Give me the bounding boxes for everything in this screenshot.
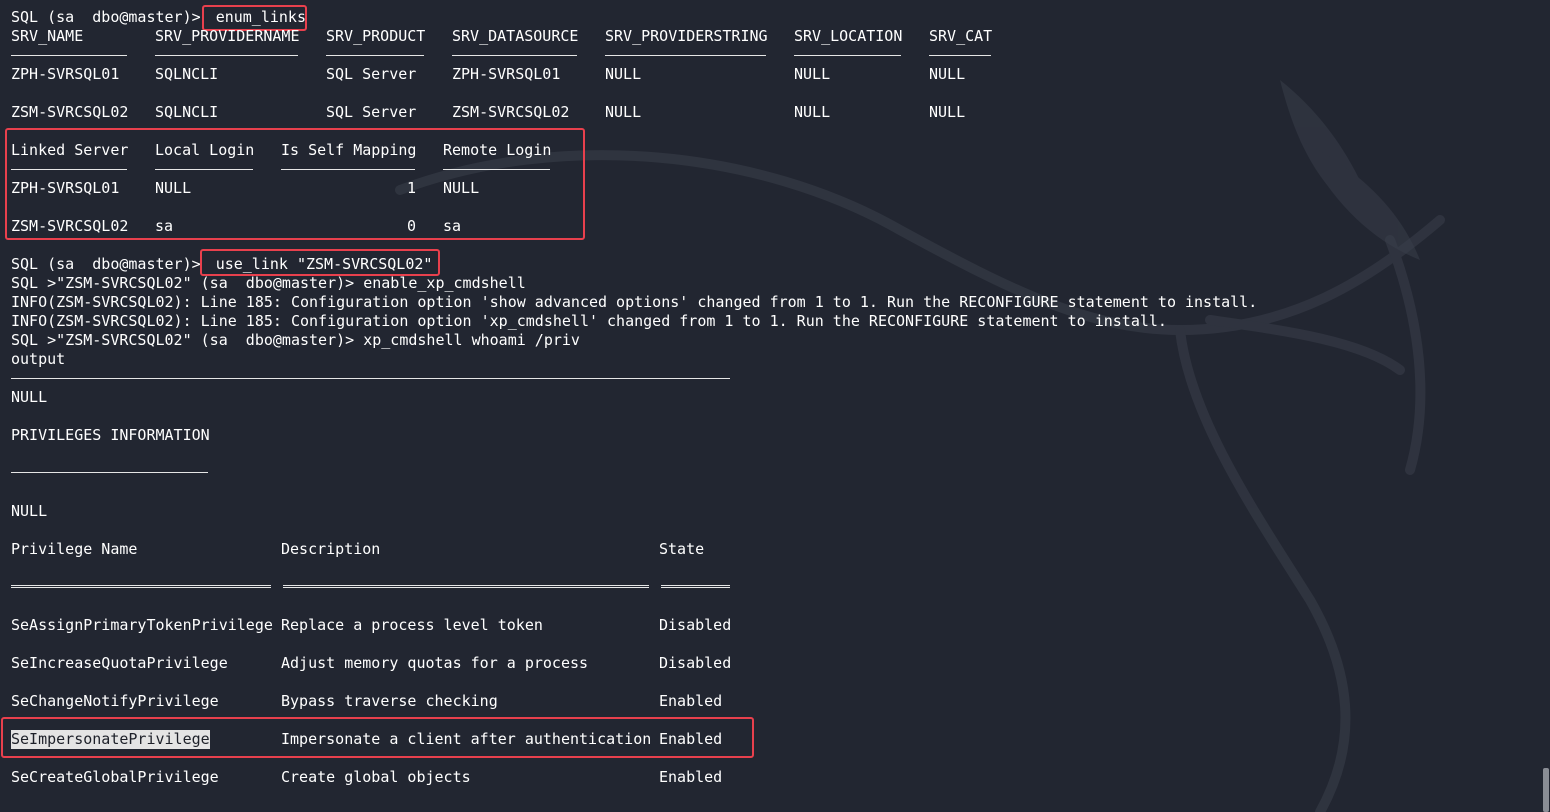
srv-cell: SQL Server xyxy=(326,103,417,121)
priv-cell: SeAssignPrimaryTokenPrivilege xyxy=(11,616,273,634)
command-enable-xp-cmdshell: SQL >"ZSM-SVRCSQL02" (sa dbo@master)> en… xyxy=(11,274,526,292)
srv-divider xyxy=(11,55,127,56)
impersonate-privilege-highlight-box xyxy=(1,717,754,758)
priv-divider xyxy=(283,585,649,588)
srv-cell: NULL xyxy=(929,65,966,83)
info-line: INFO(ZSM-SVRCSQL02): Line 185: Configura… xyxy=(11,312,1167,330)
priv-cell: Adjust memory quotas for a process xyxy=(281,654,589,672)
output-header: output xyxy=(11,350,66,368)
srv-divider xyxy=(326,55,424,56)
srv-cell: NULL xyxy=(794,103,831,121)
srv-header-providerstring: SRV_PROVIDERSTRING xyxy=(605,27,768,45)
srv-header-name: SRV_NAME xyxy=(11,27,84,45)
srv-cell: ZSM-SVRCSQL02 xyxy=(452,103,570,121)
command-whoami-priv: SQL >"ZSM-SVRCSQL02" (sa dbo@master)> xp… xyxy=(11,331,580,349)
privileges-information-heading: PRIVILEGES INFORMATION xyxy=(11,426,210,444)
srv-divider xyxy=(452,55,577,56)
srv-cell: NULL xyxy=(794,65,831,83)
priv-divider xyxy=(11,585,271,588)
priv-cell: SeChangeNotifyPrivilege xyxy=(11,692,219,710)
srv-divider xyxy=(794,55,901,56)
null-line: NULL xyxy=(11,388,48,406)
info-line: INFO(ZSM-SVRCSQL02): Line 185: Configura… xyxy=(11,293,1258,311)
srv-header-datasource: SRV_DATASOURCE xyxy=(452,27,579,45)
srv-divider xyxy=(605,55,766,56)
srv-header-providername: SRV_PROVIDERNAME xyxy=(155,27,300,45)
null-line: NULL xyxy=(11,502,48,520)
priv-header-description: Description xyxy=(281,540,381,558)
srv-divider xyxy=(929,55,991,56)
privileges-info-divider xyxy=(11,472,208,473)
priv-cell: Bypass traverse checking xyxy=(281,692,498,710)
srv-cell: ZSM-SVRCSQL02 xyxy=(11,103,129,121)
priv-cell: Disabled xyxy=(659,616,732,634)
srv-cell: NULL xyxy=(605,65,642,83)
priv-cell: SeIncreaseQuotaPrivilege xyxy=(11,654,228,672)
linked-server-highlight-box xyxy=(5,128,585,240)
scrollbar-thumb[interactable] xyxy=(1543,768,1549,812)
priv-cell: Replace a process level token xyxy=(281,616,543,634)
priv-cell: Create global objects xyxy=(281,768,471,786)
srv-cell: NULL xyxy=(929,103,966,121)
srv-divider xyxy=(155,55,298,56)
srv-cell: NULL xyxy=(605,103,642,121)
srv-cell: SQL Server xyxy=(326,65,417,83)
priv-header-state: State xyxy=(659,540,705,558)
priv-header-name: Privilege Name xyxy=(11,540,138,558)
output-divider xyxy=(11,378,730,379)
priv-cell: SeCreateGlobalPrivilege xyxy=(11,768,219,786)
srv-header-cat: SRV_CAT xyxy=(929,27,993,45)
srv-header-location: SRV_LOCATION xyxy=(794,27,903,45)
terminal-window[interactable]: SQL (sa dbo@master)> enum_links SRV_NAME… xyxy=(0,0,1550,812)
srv-cell: ZPH-SVRSQL01 xyxy=(11,65,120,83)
priv-cell: Disabled xyxy=(659,654,732,672)
srv-header-product: SRV_PRODUCT xyxy=(326,27,426,45)
use-link-highlight-box xyxy=(200,249,440,276)
srv-cell: ZPH-SVRSQL01 xyxy=(452,65,561,83)
priv-divider xyxy=(661,585,730,588)
srv-cell: SQLNCLI xyxy=(155,103,219,121)
priv-cell: Enabled xyxy=(659,768,723,786)
priv-cell: Enabled xyxy=(659,692,723,710)
srv-cell: SQLNCLI xyxy=(155,65,219,83)
